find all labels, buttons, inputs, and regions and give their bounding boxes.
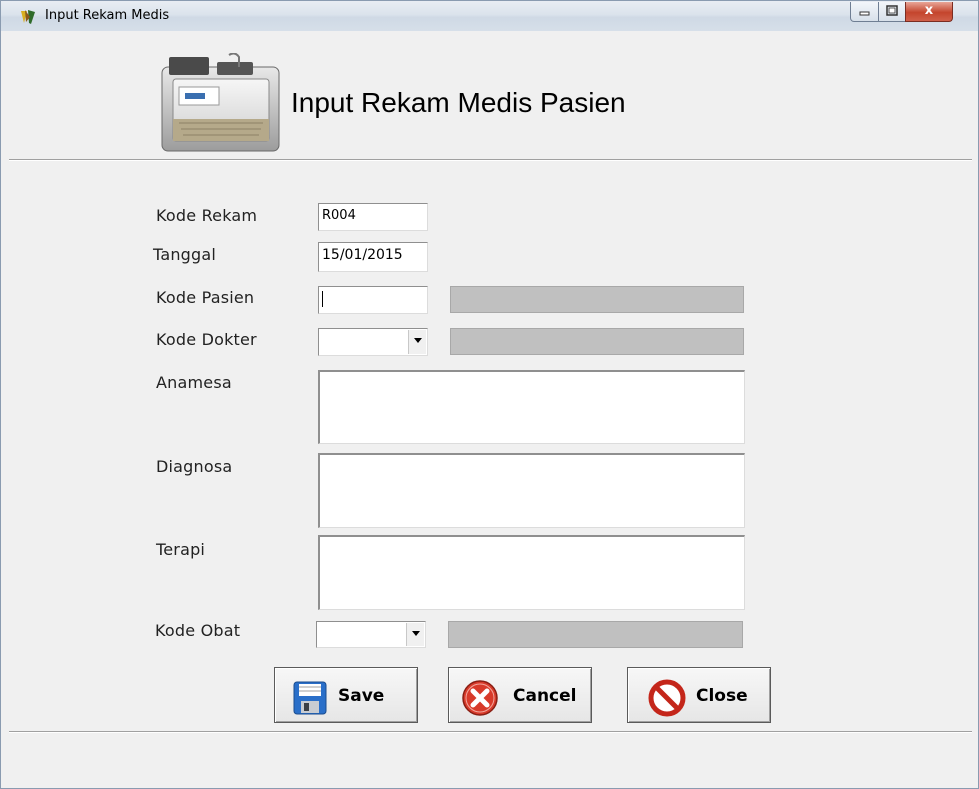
close-icon: x <box>924 3 934 18</box>
label-kode-rekam: Kode Rekam <box>156 206 258 225</box>
maximize-icon <box>886 5 898 16</box>
app-icon <box>21 10 35 24</box>
close-window-button[interactable]: x <box>905 2 953 22</box>
maximize-button[interactable] <box>878 2 906 22</box>
nama-dokter-display <box>450 328 744 355</box>
kode-obat-combo[interactable] <box>316 621 426 648</box>
cancel-button[interactable]: Cancel <box>448 667 592 723</box>
cancel-x-icon <box>462 680 498 716</box>
label-kode-obat: Kode Obat <box>155 621 241 640</box>
save-label: Save <box>338 686 385 706</box>
label-terapi: Terapi <box>156 540 206 559</box>
close-button[interactable]: Close <box>627 667 771 723</box>
cancel-label: Cancel <box>513 686 577 706</box>
header-panel: Input Rekam Medis Pasien <box>9 31 972 161</box>
minimize-button[interactable] <box>850 2 879 22</box>
form-client-area: Input Rekam Medis Pasien Kode Rekam R004… <box>9 31 972 784</box>
minimize-icon <box>859 11 870 16</box>
chevron-down-icon[interactable] <box>408 330 426 354</box>
nama-obat-display <box>448 621 743 648</box>
label-tanggal: Tanggal <box>153 245 217 264</box>
title-bar[interactable]: Input Rekam Medis x <box>1 1 978 31</box>
chevron-down-icon[interactable] <box>406 623 424 646</box>
kode-rekam-input[interactable]: R004 <box>318 203 428 231</box>
text-caret <box>322 291 323 307</box>
terapi-textarea[interactable] <box>318 535 745 610</box>
app-window: Input Rekam Medis x Input Rekam Medis Pa… <box>0 0 979 789</box>
medical-record-folder-icon <box>161 53 280 152</box>
window-title: Input Rekam Medis <box>45 8 170 23</box>
save-button[interactable]: Save <box>274 667 418 723</box>
anamesa-textarea[interactable] <box>318 370 745 444</box>
no-entry-icon <box>648 679 686 717</box>
page-title: Input Rekam Medis Pasien <box>291 87 626 118</box>
floppy-disk-icon <box>293 681 327 715</box>
label-diagnosa: Diagnosa <box>156 457 233 476</box>
close-label: Close <box>696 686 748 706</box>
label-kode-dokter: Kode Dokter <box>156 330 257 349</box>
diagnosa-textarea[interactable] <box>318 453 745 528</box>
kode-dokter-combo[interactable] <box>318 328 428 356</box>
label-anamesa: Anamesa <box>156 373 232 392</box>
bottom-panel <box>9 731 972 784</box>
nama-pasien-display <box>450 286 744 313</box>
tanggal-input[interactable]: 15/01/2015 <box>318 242 428 272</box>
kode-pasien-input[interactable] <box>318 286 428 314</box>
label-kode-pasien: Kode Pasien <box>156 288 255 307</box>
